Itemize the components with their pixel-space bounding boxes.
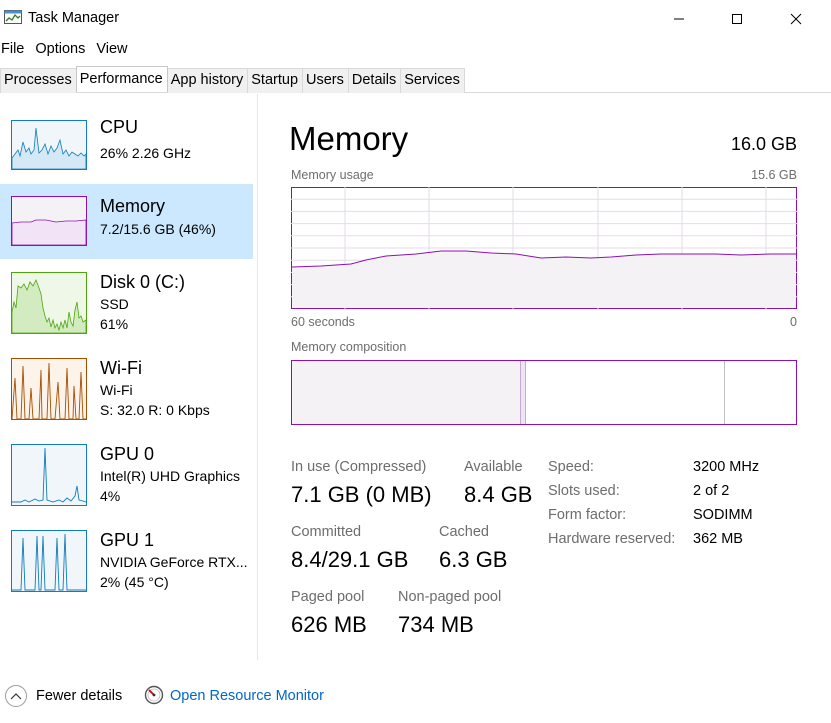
memory-usage-text: 7.2/15.6 GB (46%) <box>100 221 216 237</box>
graph-time-right: 0 <box>790 315 797 329</box>
gpu0-label: GPU 0 <box>100 444 155 464</box>
sidebar-item-gpu1[interactable]: GPU 1 NVIDIA GeForce RTX... 2% (45 °C) <box>0 522 253 598</box>
form-factor-value: SODIMM <box>693 507 753 523</box>
fewer-details-link[interactable]: Fewer details <box>36 688 122 704</box>
close-icon <box>790 13 802 25</box>
sidebar-item-disk[interactable]: Disk 0 (C:) SSD 61% <box>0 264 253 340</box>
memory-composition-segments <box>292 361 725 424</box>
maximize-button[interactable] <box>724 6 750 32</box>
memory-composition-label: Memory composition <box>291 340 407 354</box>
menu-file[interactable]: File <box>0 38 30 62</box>
hardware-reserved-value: 362 MB <box>693 531 743 547</box>
open-resource-monitor-link[interactable]: Open Resource Monitor <box>170 688 324 704</box>
gpu1-thumbnail-graph <box>11 530 87 592</box>
available-label: Available <box>464 459 523 475</box>
cpu-usage-text: 26% 2.26 GHz <box>100 145 192 161</box>
tab-performance[interactable]: Performance <box>75 66 168 92</box>
menu-bar: File Options View <box>0 38 138 62</box>
disk-thumbnail-graph <box>11 272 87 334</box>
total-memory: 16.0 GB <box>730 134 797 154</box>
slots-used-label: Slots used: <box>548 483 620 499</box>
gpu0-usage-text: 4% <box>100 488 121 504</box>
window-title: Task Manager <box>28 10 120 26</box>
memory-label: Memory <box>100 196 166 216</box>
in-use-value: 7.1 GB (0 MB) <box>291 482 432 507</box>
cpu-label: CPU <box>100 117 139 137</box>
gpu1-label: GPU 1 <box>100 530 155 550</box>
memory-composition-bar <box>291 360 797 425</box>
committed-label: Committed <box>291 524 362 540</box>
memory-usage-max: 15.6 GB <box>751 168 797 182</box>
title-bar: Task Manager <box>0 0 831 38</box>
tab-strip: Processes Performance App history Startu… <box>0 66 831 93</box>
tab-details[interactable]: Details <box>347 68 402 93</box>
sidebar-item-gpu0[interactable]: GPU 0 Intel(R) UHD Graphics 4% <box>0 436 253 512</box>
page-title: Memory <box>289 120 409 157</box>
memory-thumbnail-graph <box>11 196 87 246</box>
wifi-label: Wi-Fi <box>100 358 142 378</box>
disk-usage-text: 61% <box>100 316 129 332</box>
cached-value: 6.3 GB <box>439 547 508 572</box>
disk-label: Disk 0 (C:) <box>100 272 185 292</box>
memory-usage-graph <box>291 187 797 309</box>
close-button[interactable] <box>783 6 809 32</box>
gpu1-usage-text: 2% (45 °C) <box>100 574 169 590</box>
gpu0-thumbnail-graph <box>11 444 87 506</box>
available-value: 8.4 GB <box>464 482 533 507</box>
graph-time-left: 60 seconds <box>291 315 355 329</box>
sidebar-item-cpu[interactable]: CPU 26% 2.26 GHz <box>0 108 253 178</box>
wifi-throughput-text: S: 32.0 R: 0 Kbps <box>100 402 210 418</box>
task-manager-icon <box>4 10 22 24</box>
gpu0-model-text: Intel(R) UHD Graphics <box>100 468 241 484</box>
tab-users[interactable]: Users <box>302 68 349 93</box>
non-paged-pool-label: Non-paged pool <box>398 589 502 605</box>
fewer-details-button[interactable] <box>5 685 27 707</box>
memory-detail-panel: Memory 16.0 GB Memory usage 15.6 GB 60 s… <box>258 94 831 660</box>
tab-startup[interactable]: Startup <box>247 68 304 93</box>
resource-monitor-icon <box>144 685 164 705</box>
paged-pool-label: Paged pool <box>291 589 365 605</box>
memory-usage-label: Memory usage <box>291 168 374 182</box>
speed-value: 3200 MHz <box>693 459 760 475</box>
wifi-adapter-text: Wi-Fi <box>100 382 133 398</box>
hardware-reserved-label: Hardware reserved: <box>548 531 676 547</box>
slots-used-value: 2 of 2 <box>693 483 730 499</box>
resource-sidebar: CPU 26% 2.26 GHz Memory 7.2/15.6 GB (46%… <box>0 94 258 660</box>
footer-bar: Fewer details Open Resource Monitor <box>0 680 831 712</box>
tab-services[interactable]: Services <box>400 68 465 93</box>
minimize-button[interactable] <box>666 6 692 32</box>
wifi-thumbnail-graph <box>11 358 87 420</box>
minimize-icon <box>674 18 684 20</box>
non-paged-pool-value: 734 MB <box>398 612 474 637</box>
form-factor-label: Form factor: <box>548 507 627 523</box>
committed-value: 8.4/29.1 GB <box>291 547 409 572</box>
tab-processes[interactable]: Processes <box>0 68 77 93</box>
cached-label: Cached <box>439 524 489 540</box>
in-use-label: In use (Compressed) <box>291 459 427 475</box>
paged-pool-value: 626 MB <box>291 612 367 637</box>
menu-view[interactable]: View <box>95 38 133 62</box>
chevron-up-icon <box>10 693 22 700</box>
tab-app-history[interactable]: App history <box>166 68 249 93</box>
maximize-icon <box>732 14 742 24</box>
menu-options[interactable]: Options <box>34 38 91 62</box>
speed-label: Speed: <box>548 459 594 475</box>
gpu1-model-text: NVIDIA GeForce RTX... <box>100 554 248 570</box>
sidebar-item-memory[interactable]: Memory 7.2/15.6 GB (46%) <box>0 184 253 259</box>
disk-type-text: SSD <box>100 296 129 312</box>
cpu-thumbnail-graph <box>11 120 87 170</box>
sidebar-item-wifi[interactable]: Wi-Fi Wi-Fi S: 32.0 R: 0 Kbps <box>0 350 253 426</box>
